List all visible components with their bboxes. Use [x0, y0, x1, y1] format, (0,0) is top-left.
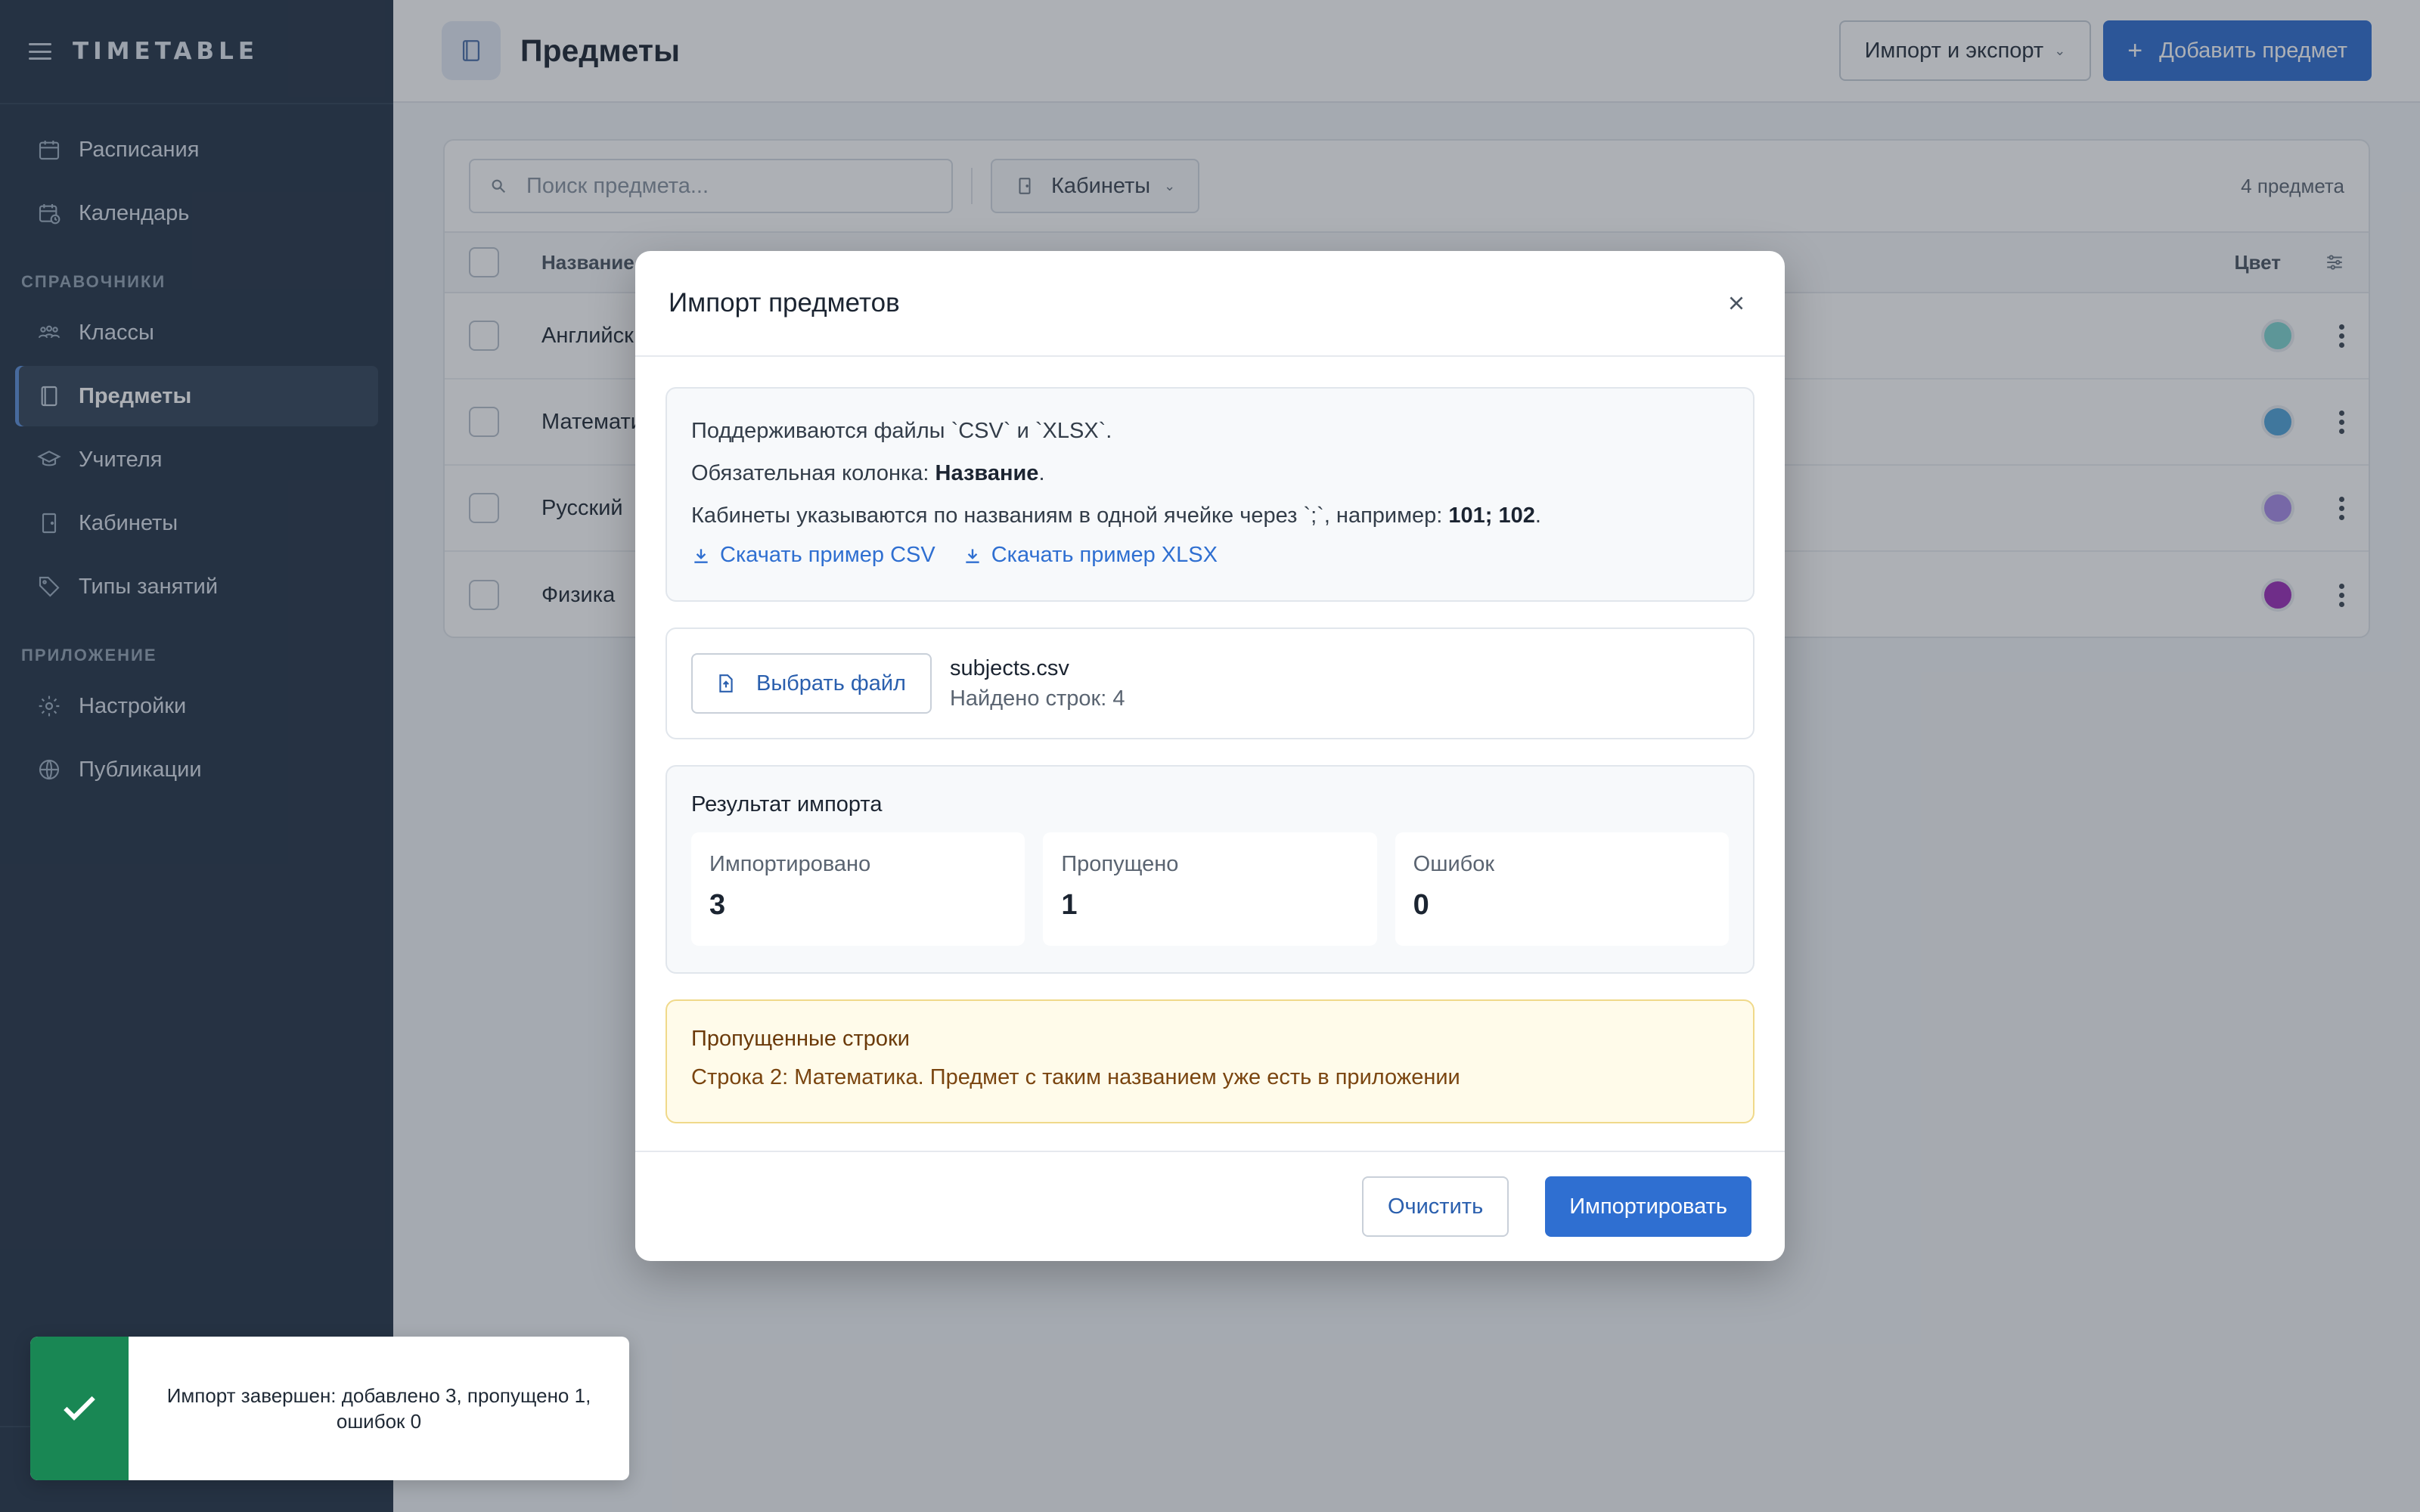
stat-value: 3	[709, 889, 726, 921]
toast-message: Импорт завершен: добавлено 3, пропущено …	[166, 1384, 591, 1433]
info-text: Кабинеты указываются по названиям в одно…	[691, 503, 1449, 528]
skipped-row-message: Строка 2: Математика. Предмет с таким на…	[691, 1065, 1460, 1089]
file-upload-icon	[719, 674, 733, 692]
modal-title: Импорт предметов	[669, 288, 900, 318]
skipped-rows-title: Пропущенные строки	[691, 1027, 910, 1051]
info-formats: Поддерживаются файлы `CSV` и `XLSX`.	[691, 419, 1112, 443]
checkmark-icon	[30, 1337, 129, 1480]
info-text: .	[1038, 461, 1045, 485]
result-stats: Импортировано 3 Пропущено 1 Ошибок 0	[691, 832, 1729, 946]
close-icon[interactable]	[1721, 288, 1751, 318]
download-csv-link[interactable]: Скачать пример CSV	[691, 543, 935, 568]
rows-found: Найдено строк: 4	[949, 686, 1125, 711]
info-bold: Название	[935, 461, 1039, 485]
download-xlsx-link[interactable]: Скачать пример XLSX	[963, 543, 1218, 568]
clear-button[interactable]: Очистить	[1361, 1176, 1509, 1237]
stat-imported: Импортировано 3	[691, 832, 1025, 946]
import-result: Результат импорта Импортировано 3 Пропущ…	[666, 765, 1754, 974]
info-bold: 101; 102	[1448, 503, 1535, 528]
import-button[interactable]: Импортировать	[1545, 1176, 1751, 1237]
info-text: .	[1534, 503, 1541, 528]
modal-header: Импорт предметов	[635, 251, 1785, 357]
result-title: Результат импорта	[691, 792, 883, 816]
download-links: Скачать пример CSV Скачать пример XLSX	[691, 543, 1729, 568]
info-required-column: Обязательная колонка: Название.	[691, 452, 1729, 494]
stat-skipped: Пропущено 1	[1043, 832, 1377, 946]
info-text: Обязательная колонка:	[691, 461, 935, 485]
modal-footer: Очистить Импортировать	[635, 1151, 1785, 1261]
file-info: subjects.csv Найдено строк: 4	[950, 653, 1125, 714]
choose-file-button[interactable]: Выбрать файл	[691, 653, 932, 714]
choose-file-label: Выбрать файл	[756, 671, 906, 696]
stat-label: Ошибок	[1413, 852, 1495, 876]
file-picker: Выбрать файл subjects.csv Найдено строк:…	[666, 627, 1754, 739]
download-icon	[966, 548, 979, 563]
skipped-rows-alert: Пропущенные строки Строка 2: Математика.…	[666, 999, 1754, 1123]
stat-label: Пропущено	[1061, 852, 1179, 876]
download-icon	[694, 548, 708, 563]
success-toast[interactable]: Импорт завершен: добавлено 3, пропущено …	[30, 1337, 629, 1480]
format-info: Поддерживаются файлы `CSV` и `XLSX`. Обя…	[666, 387, 1754, 602]
modal-body: Поддерживаются файлы `CSV` и `XLSX`. Обя…	[635, 357, 1785, 1123]
stat-label: Импортировано	[709, 852, 871, 876]
stat-errors: Ошибок 0	[1395, 832, 1729, 946]
download-xlsx-label: Скачать пример XLSX	[991, 543, 1218, 567]
stat-value: 1	[1061, 889, 1078, 921]
file-name: subjects.csv	[949, 656, 1069, 680]
info-rooms-format: Кабинеты указываются по названиям в одно…	[691, 494, 1729, 537]
download-csv-label: Скачать пример CSV	[720, 543, 935, 567]
import-modal: Импорт предметов Поддерживаются файлы `C…	[635, 251, 1785, 1261]
stat-value: 0	[1413, 889, 1429, 921]
